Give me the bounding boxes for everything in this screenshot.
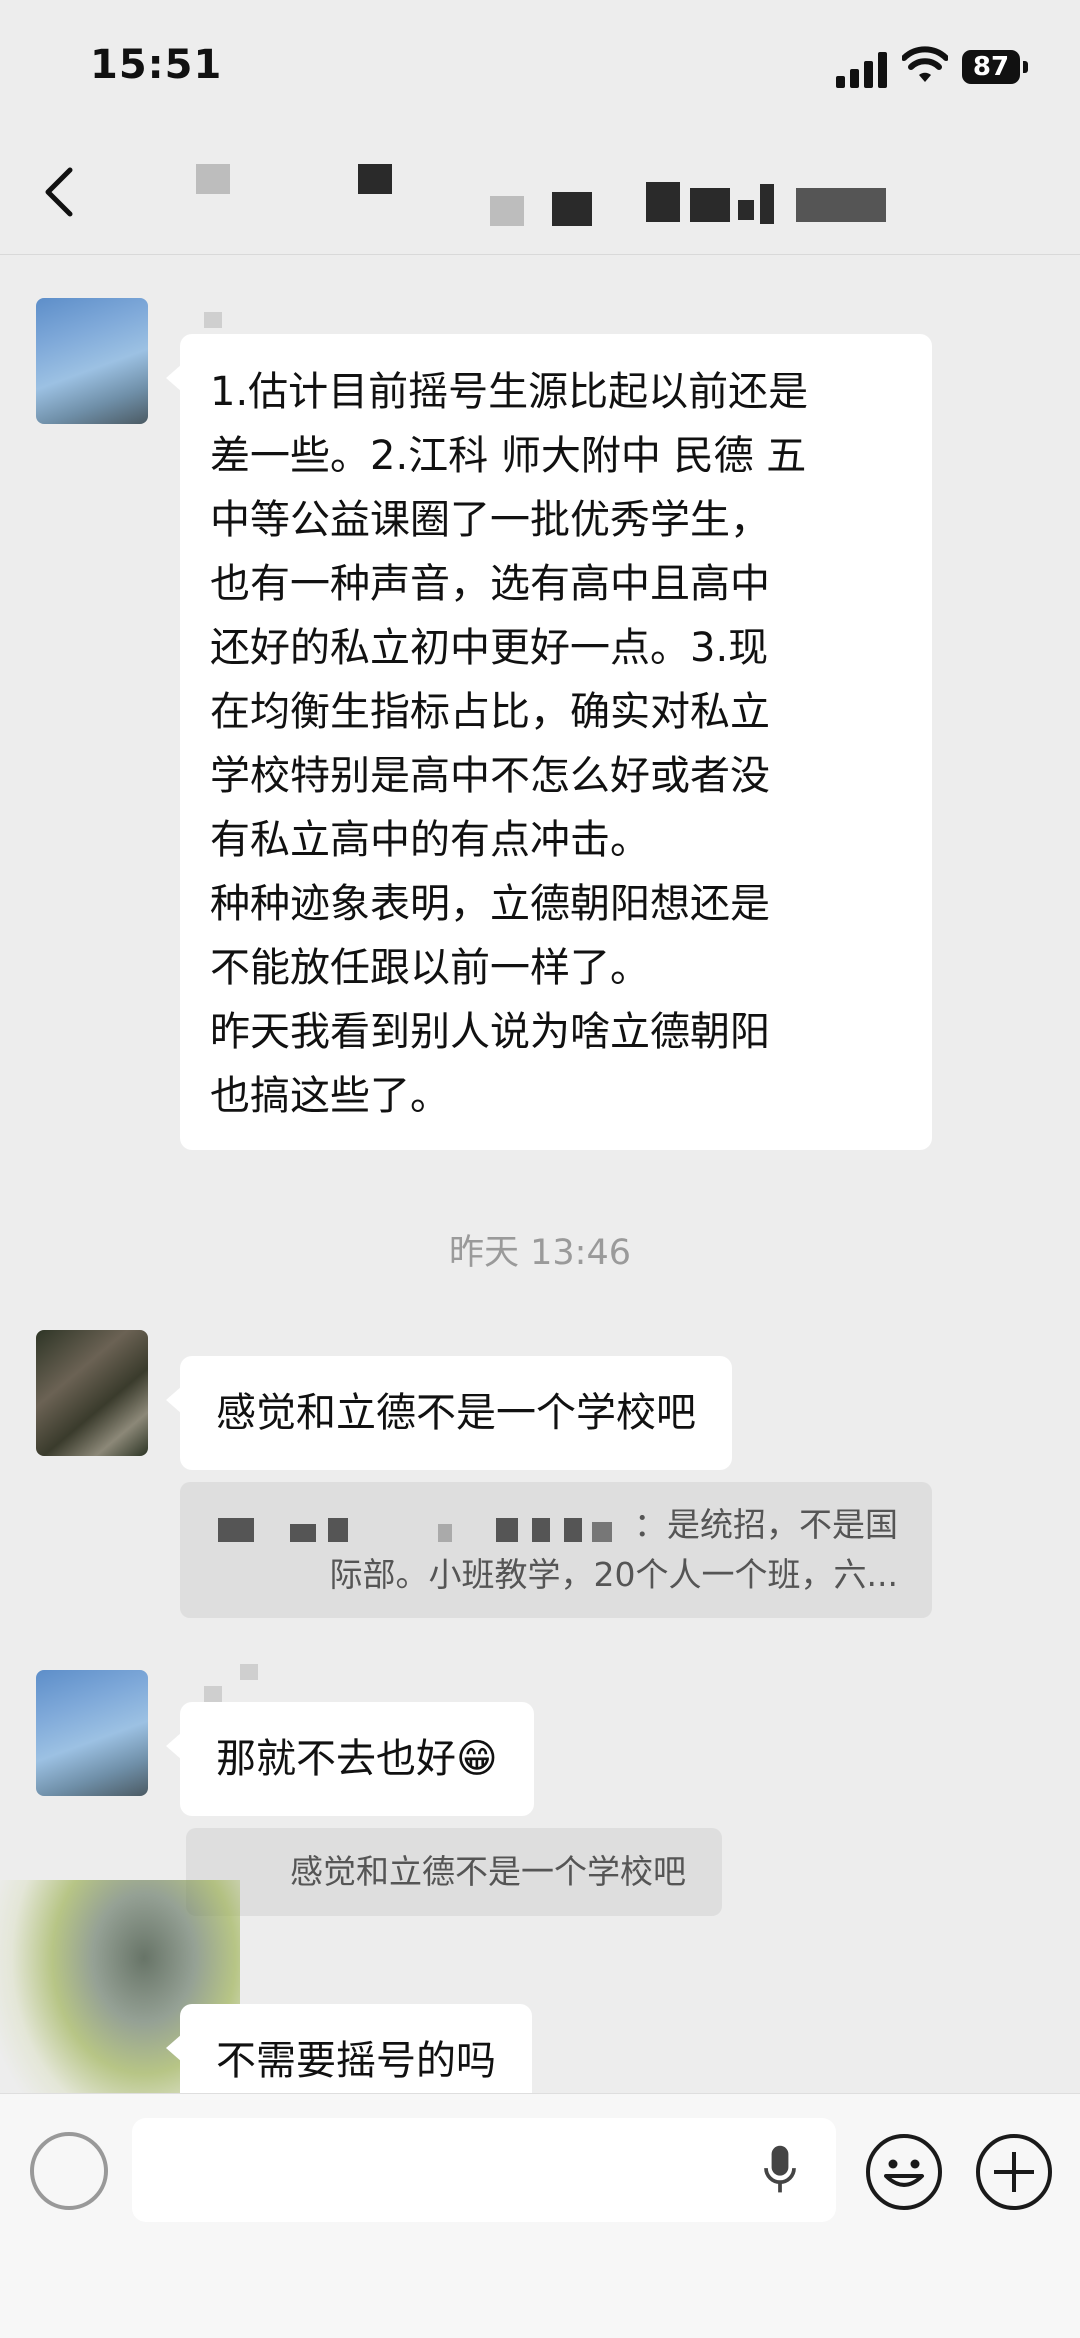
message-text: 1.估计目前摇号生源比起以前还是 差一些。2.江科 师大附中 民德 五 中等公益… <box>210 369 809 1119</box>
input-bar <box>0 2093 1080 2338</box>
status-time: 15:51 <box>90 42 223 88</box>
emoji-icon[interactable] <box>866 2134 942 2210</box>
quote-sender-redacted <box>218 1518 638 1544</box>
message-bubble[interactable]: 1.估计目前摇号生源比起以前还是 差一些。2.江科 师大附中 民德 五 中等公益… <box>166 334 932 1150</box>
sender-name-redacted <box>204 1686 222 1702</box>
message-text: 不需要摇号的吗 <box>216 2038 496 2084</box>
avatar[interactable] <box>36 1330 148 1456</box>
chevron-left-icon[interactable] <box>40 162 80 222</box>
avatar[interactable] <box>36 298 148 424</box>
quoted-reply[interactable]: ：是统招，不是国 际部。小班教学，20个人一个班，六... <box>180 1482 932 1618</box>
cellular-signal-icon <box>836 52 890 88</box>
message-text: 那就不去也好😁 <box>216 1736 498 1782</box>
message-input[interactable] <box>132 2118 836 2222</box>
battery-indicator: 87 <box>962 50 1028 84</box>
sender-name-redacted <box>240 1664 258 1680</box>
plus-icon[interactable] <box>976 2134 1052 2210</box>
message-text: 感觉和立德不是一个学校吧 <box>216 1390 696 1436</box>
message-bubble[interactable]: 感觉和立德不是一个学校吧 <box>166 1356 732 1470</box>
chat-header <box>0 130 1080 255</box>
sender-name-redacted <box>204 312 222 328</box>
quote-text: ：是统招，不是国 际部。小班教学，20个人一个班，六... <box>329 1505 898 1594</box>
quoted-reply[interactable]: 感觉和立德不是一个学校吧 <box>186 1828 722 1916</box>
avatar[interactable] <box>36 1670 148 1796</box>
quote-text: 感觉和立德不是一个学校吧 <box>290 1852 686 1891</box>
wifi-icon <box>902 46 948 82</box>
message-timestamp: 昨天 13:46 <box>449 1233 631 1273</box>
voice-toggle-button[interactable] <box>30 2132 108 2210</box>
microphone-icon[interactable] <box>760 2142 800 2198</box>
message-bubble[interactable]: 那就不去也好😁 <box>166 1702 534 1816</box>
status-bar: 15:51 87 <box>0 0 1080 130</box>
